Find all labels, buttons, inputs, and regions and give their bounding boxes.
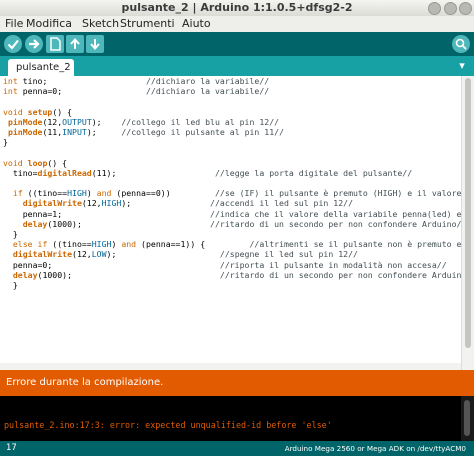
code-line[interactable]: int penna=0; //dichiaro la variabile// [3, 86, 461, 96]
code-line[interactable]: void setup() { [3, 107, 461, 117]
code-line[interactable]: void loop() { [3, 158, 461, 168]
status-message: Errore durante la compilazione. [6, 377, 164, 388]
code-line[interactable]: tino=digitalRead(11); //legge la porta d… [3, 168, 461, 178]
code-line[interactable]: penna=1; //indica che il valore della va… [3, 209, 461, 219]
editor-horizontal-scrollbar[interactable] [0, 363, 461, 370]
line-number: 17 [6, 443, 17, 453]
footer-bar: 17 Arduino Mega 2560 or Mega ADK on /dev… [0, 441, 474, 456]
code-line[interactable]: int tino; //dichiaro la variabile// [3, 76, 461, 86]
menu-file[interactable]: File [5, 16, 23, 32]
code-line[interactable]: pinMode(12,OUTPUT); //collego il led blu… [3, 117, 461, 127]
menu-modifica[interactable]: Modifica [26, 16, 72, 32]
close-window-button[interactable] [459, 2, 472, 15]
editor-vertical-scrollbar[interactable] [461, 76, 474, 370]
tab-bar: pulsante_2 § ▾ [0, 56, 474, 90]
scrollbar-thumb[interactable] [465, 78, 471, 348]
code-line[interactable]: } [3, 229, 461, 239]
code-line[interactable]: } [3, 280, 461, 290]
new-file-icon [50, 37, 61, 51]
arrow-down-icon [90, 39, 100, 51]
serial-monitor-button[interactable] [452, 35, 470, 53]
code-line[interactable]: else if ((tino==HIGH) and (penna==1)) { … [3, 239, 461, 249]
tab-menu-icon[interactable]: ▾ [456, 60, 468, 72]
maximize-window-button[interactable] [444, 2, 457, 15]
code-line[interactable]: pinMode(11,INPUT); //collego il pulsante… [3, 127, 461, 137]
menu-bar: File Modifica Sketch Strumenti Aiuto [0, 16, 474, 32]
code-line[interactable]: if ((tino==HIGH) and (penna==0)) //se (I… [3, 188, 461, 198]
code-line[interactable]: digitalWrite(12,HIGH); //accendi il led … [3, 198, 461, 208]
toolbar [0, 32, 474, 56]
window-title: pulsante_2 | Arduino 1:1.0.5+dfsg2-2 [121, 1, 353, 14]
console-error: pulsante_2.ino:17:3: error: expected unq… [4, 420, 332, 430]
title-bar: pulsante_2 | Arduino 1:1.0.5+dfsg2-2 [0, 0, 474, 17]
code-text[interactable]: int tino; //dichiaro la variabile//int p… [3, 76, 461, 290]
check-icon [7, 39, 19, 50]
tab-pulsante-2[interactable]: pulsante_2 § [8, 59, 74, 90]
console-scrollbar-thumb[interactable] [464, 400, 470, 436]
arrow-right-icon [29, 39, 40, 49]
save-button[interactable] [86, 35, 104, 53]
magnifier-icon [455, 38, 467, 50]
code-line[interactable]: digitalWrite(12,LOW); //spegne il led su… [3, 249, 461, 259]
board-info: Arduino Mega 2560 or Mega ADK on /dev/tt… [284, 444, 466, 453]
code-line[interactable]: } [3, 137, 461, 147]
verify-button[interactable] [4, 35, 22, 53]
console[interactable]: pulsante_2.ino:17:3: error: expected unq… [0, 396, 461, 441]
status-bar: Errore durante la compilazione. [0, 370, 474, 396]
menu-strumenti[interactable]: Strumenti [120, 16, 175, 32]
menu-sketch[interactable]: Sketch [82, 16, 119, 32]
code-line[interactable]: delay(1000); //ritardo di un secondo per… [3, 270, 461, 280]
minimize-window-button[interactable] [428, 2, 441, 15]
code-line[interactable]: penna=0; //riporta il pulsante in modali… [3, 260, 461, 270]
code-line[interactable]: ​ [3, 178, 461, 188]
code-line[interactable]: ​ [3, 96, 461, 106]
console-scrollbar[interactable] [461, 396, 474, 441]
code-editor[interactable]: int tino; //dichiaro la variabile//int p… [0, 76, 461, 370]
upload-button[interactable] [25, 35, 43, 53]
arrow-up-icon [70, 37, 80, 49]
new-button[interactable] [46, 35, 64, 53]
open-button[interactable] [66, 35, 84, 53]
menu-aiuto[interactable]: Aiuto [182, 16, 211, 32]
code-line[interactable]: delay(1000); //ritardo di un secondo per… [3, 219, 461, 229]
code-line[interactable]: ​ [3, 147, 461, 157]
